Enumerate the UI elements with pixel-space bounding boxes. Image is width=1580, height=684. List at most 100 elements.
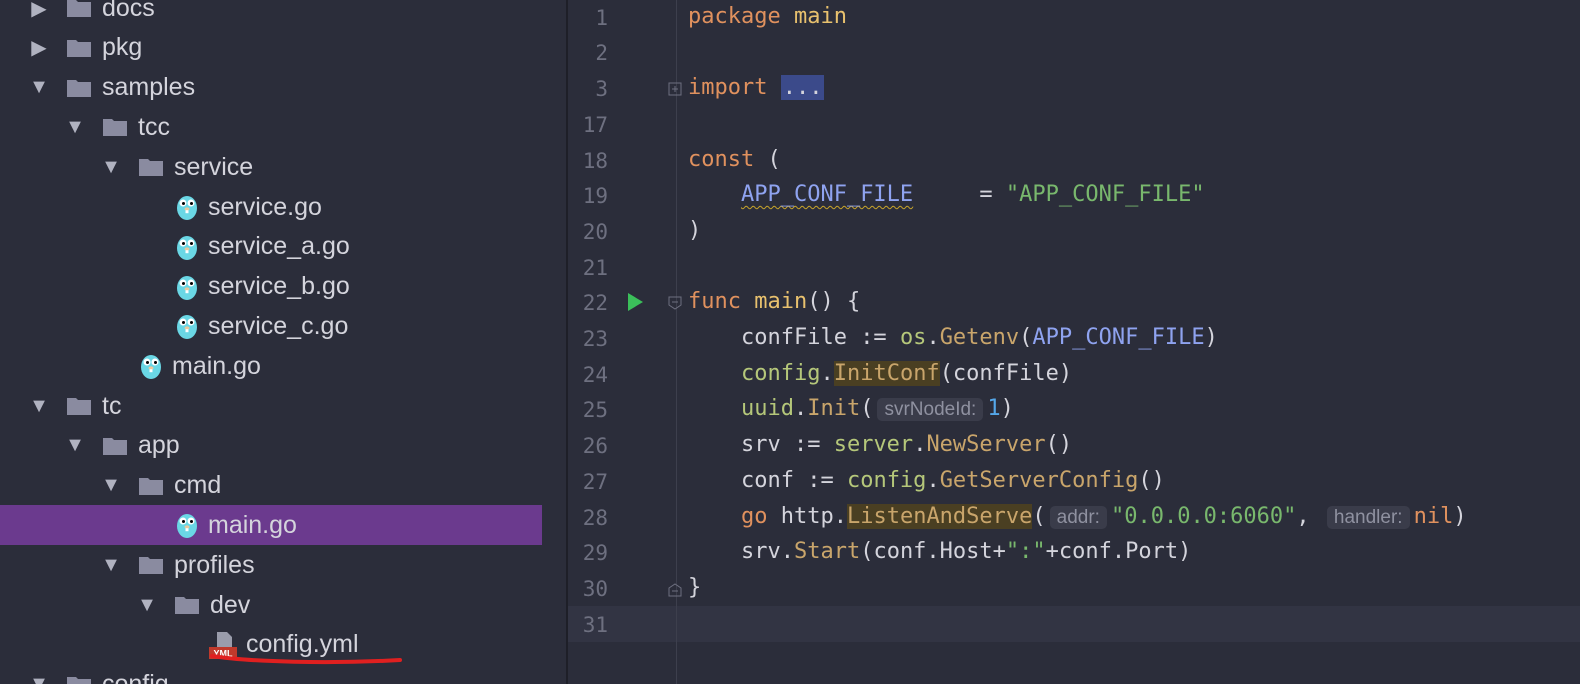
chevron-down-icon[interactable]: ▼ (29, 76, 49, 98)
code-text: (conf.Host+ (860, 539, 1006, 564)
code-line-28[interactable]: go http.ListenAndServe(addr: "0.0.0.0:606… (688, 504, 1467, 529)
chevron-down-icon[interactable]: ▼ (101, 474, 121, 496)
chevron-down-icon[interactable]: ▼ (29, 673, 49, 684)
string-literal: "0.0.0.0:6060" (1110, 504, 1297, 529)
chevron-down-icon[interactable]: ▼ (65, 434, 85, 456)
line-number[interactable]: 2 (568, 41, 608, 65)
line-number[interactable]: 17 (568, 113, 608, 137)
tree-item-label: config (102, 670, 169, 684)
code-text: confFile := (740, 325, 900, 350)
param-hint: svrNodeId: (877, 398, 984, 421)
code-line-20[interactable]: ) (688, 218, 701, 243)
folder-icon (139, 477, 163, 495)
line-number[interactable]: 20 (568, 220, 608, 244)
fold-expand-icon[interactable] (668, 82, 682, 96)
code-text: ) (1453, 504, 1467, 529)
tree-item-label: profiles (174, 550, 255, 579)
line-number[interactable]: 27 (568, 470, 608, 494)
code-line-30[interactable]: } (688, 575, 701, 600)
line-number[interactable]: 25 (568, 398, 608, 422)
go-gopher-icon (177, 315, 197, 340)
line-number[interactable]: 26 (568, 434, 608, 458)
code-line-23[interactable]: confFile := os.Getenv(APP_CONF_FILE) (688, 325, 1218, 350)
tree-item-label: pkg (102, 33, 143, 62)
number-literal: 1 (987, 396, 1001, 421)
method-call: Start (793, 539, 861, 564)
tree-item[interactable]: ▼ tcc (0, 107, 542, 147)
chevron-down-icon[interactable]: ▼ (29, 395, 49, 417)
line-number[interactable]: 31 (568, 613, 608, 637)
package-ref: os (899, 325, 927, 350)
fold-end-icon[interactable] (668, 583, 682, 597)
tree-item[interactable]: ▼ samples (0, 68, 542, 108)
tree-item[interactable]: ▼ cmd (0, 466, 542, 506)
tree-item[interactable]: service_c.go (0, 306, 542, 346)
folder-icon (139, 159, 163, 177)
chevron-down-icon[interactable]: ▼ (137, 594, 157, 616)
signature: () { (807, 289, 861, 314)
tree-item[interactable]: ▼ dev (0, 585, 542, 625)
chevron-down-icon[interactable]: ▼ (101, 156, 121, 178)
code-text: . (833, 504, 847, 529)
code-line-19[interactable]: APP_CONF_FILE = "APP_CONF_FILE" (688, 182, 1205, 207)
tree-item[interactable]: ▶ docs (0, 0, 542, 28)
line-number[interactable]: 29 (568, 541, 608, 565)
code-text: ) (1204, 325, 1218, 350)
keyword: import (688, 75, 768, 100)
tree-item[interactable]: main.go (0, 505, 542, 546)
folder-icon (67, 676, 91, 684)
code-line-18[interactable]: const ( (688, 147, 781, 172)
chevron-down-icon[interactable]: ▼ (101, 554, 121, 576)
method-call: GetServerConfig (939, 468, 1139, 493)
tree-item[interactable]: service_a.go (0, 227, 542, 267)
fold-collapse-icon[interactable] (668, 296, 682, 310)
folded-imports[interactable]: ... (780, 75, 825, 100)
tree-item[interactable]: ▶ pkg (0, 28, 542, 68)
paren: ) (688, 218, 702, 243)
tree-item[interactable]: service_b.go (0, 267, 542, 307)
line-number[interactable]: 24 (568, 363, 608, 387)
line-number[interactable]: 28 (568, 506, 608, 530)
code-text: . (926, 325, 940, 350)
tree-item[interactable]: ▼ tc (0, 386, 542, 426)
tree-item-label: service_b.go (208, 272, 350, 301)
chevron-right-icon[interactable]: ▶ (30, 37, 48, 59)
line-number[interactable]: 18 (568, 149, 608, 173)
method-call: ListenAndServe (846, 504, 1033, 529)
code-line-25[interactable]: uuid.Init(svrNodeId: 1) (688, 396, 1014, 421)
line-number[interactable]: 1 (568, 6, 608, 30)
tree-item-label: service_c.go (208, 311, 349, 340)
run-icon[interactable] (626, 292, 644, 312)
code-line-22[interactable]: func main() { (688, 289, 860, 314)
code-editor[interactable]: 1 2 3 17 18 19 20 21 22 23 24 25 26 27 28 29 30 31 packag… (568, 0, 1580, 684)
tree-item-label: cmd (174, 471, 222, 500)
code-line-24[interactable]: config.InitConf(confFile) (688, 361, 1072, 386)
tree-item[interactable]: ▼ app (0, 426, 542, 466)
code-text: . (820, 361, 834, 386)
gutter-divider (676, 0, 677, 684)
package-ref: config (740, 361, 821, 386)
line-number[interactable]: 19 (568, 184, 608, 208)
tree-item[interactable]: service.go (0, 187, 542, 227)
tree-item-label: main.go (208, 510, 297, 539)
code-line-1[interactable]: package main (688, 4, 847, 29)
tree-item-label: dev (210, 590, 251, 619)
paren: ( (767, 147, 781, 172)
chevron-down-icon[interactable]: ▼ (65, 116, 85, 138)
param-hint: handler: (1326, 506, 1410, 529)
line-number[interactable]: 23 (568, 327, 608, 351)
code-line-27[interactable]: conf := config.GetServerConfig() (688, 468, 1165, 493)
method-call: Init (807, 396, 861, 421)
code-line-29[interactable]: srv.Start(conf.Host+":"+conf.Port) (688, 539, 1191, 564)
code-line-26[interactable]: srv := server.NewServer() (688, 432, 1072, 457)
tree-item[interactable]: main.go (0, 346, 542, 386)
line-number[interactable]: 30 (568, 577, 608, 601)
line-number[interactable]: 22 (568, 291, 608, 315)
line-number[interactable]: 3 (568, 77, 608, 101)
code-text: ( (860, 396, 874, 421)
tree-item[interactable]: ▼ service (0, 147, 542, 187)
chevron-right-icon[interactable]: ▶ (30, 0, 48, 20)
line-number[interactable]: 21 (568, 256, 608, 280)
tree-item[interactable]: ▼ profiles (0, 545, 542, 585)
code-line-3[interactable]: import ... (688, 75, 825, 100)
